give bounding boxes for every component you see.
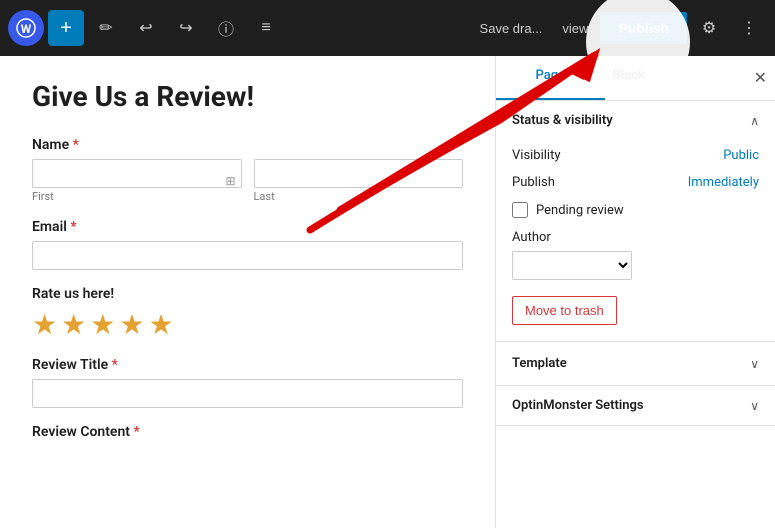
last-name-sublabel: Last	[254, 190, 464, 203]
tab-block[interactable]: Block	[605, 56, 653, 100]
pending-review-checkbox[interactable]	[512, 202, 528, 218]
publish-label: Publish	[512, 175, 555, 190]
review-title-required-indicator: *	[108, 357, 118, 373]
list-icon: ≡	[261, 19, 270, 37]
review-title-input[interactable]	[32, 379, 463, 408]
main-area: Give Us a Review! Name * ⊞ First Last	[0, 56, 775, 528]
tools-button[interactable]: ✏	[88, 10, 124, 46]
undo-button[interactable]: ↩	[128, 10, 164, 46]
undo-icon: ↩	[139, 18, 152, 38]
star-5[interactable]: ★	[148, 308, 173, 341]
status-visibility-body: Visibility Public Publish Immediately Pe…	[496, 140, 775, 341]
wp-logo-icon: W	[8, 10, 44, 46]
info-button[interactable]: ⓘ	[208, 10, 244, 46]
name-field-icon: ⊞	[225, 174, 235, 188]
template-title: Template	[512, 356, 567, 371]
review-content-field: Review Content *	[32, 424, 463, 440]
star-1[interactable]: ★	[32, 308, 57, 341]
author-select[interactable]	[512, 251, 632, 280]
settings-button[interactable]: ⚙	[691, 10, 727, 46]
rate-label: Rate us here!	[32, 286, 463, 302]
add-block-button[interactable]: +	[48, 10, 84, 46]
name-field: Name * ⊞ First Last	[32, 137, 463, 203]
review-content-required-indicator: *	[130, 424, 140, 440]
last-name-input[interactable]	[254, 159, 464, 188]
star-3[interactable]: ★	[90, 308, 115, 341]
publish-value[interactable]: Immediately	[688, 175, 759, 190]
redo-button[interactable]: ↪	[168, 10, 204, 46]
sidebar: Page Block ✕ Status & visibility ∧ Visib…	[495, 56, 775, 528]
visibility-row: Visibility Public	[512, 148, 759, 163]
visibility-value[interactable]: Public	[723, 148, 759, 163]
optinmonster-panel: OptinMonster Settings ∨	[496, 386, 775, 426]
gear-icon: ⚙	[702, 18, 716, 38]
move-to-trash-button[interactable]: Move to trash	[512, 296, 617, 325]
name-inputs-row: ⊞ First Last	[32, 159, 463, 203]
preview-button[interactable]: view	[554, 21, 596, 36]
name-required-indicator: *	[69, 137, 79, 153]
star-rating[interactable]: ★ ★ ★ ★ ★	[32, 308, 463, 341]
publish-row: Publish Immediately	[512, 175, 759, 190]
status-visibility-title: Status & visibility	[512, 113, 613, 128]
email-label: Email *	[32, 219, 463, 235]
sidebar-tabs: Page Block ✕	[496, 56, 775, 101]
rating-field: Rate us here! ★ ★ ★ ★ ★	[32, 286, 463, 341]
toolbar: W + ✏ ↩ ↪ ⓘ ≡ Save dra... view Publish ⚙…	[0, 0, 775, 56]
vertical-dots-icon: ⋮	[741, 18, 757, 38]
page-title: Give Us a Review!	[32, 80, 463, 113]
name-label: Name *	[32, 137, 463, 153]
first-name-wrap: ⊞ First	[32, 159, 242, 203]
first-name-input[interactable]	[32, 159, 242, 188]
tab-page[interactable]: Page	[496, 56, 605, 100]
template-chevron: ∨	[750, 357, 759, 371]
star-2[interactable]: ★	[61, 308, 86, 341]
list-view-button[interactable]: ≡	[248, 10, 284, 46]
review-content-label: Review Content *	[32, 424, 463, 440]
status-visibility-chevron: ∧	[750, 114, 759, 128]
pending-review-row: Pending review	[512, 202, 759, 218]
email-field: Email *	[32, 219, 463, 270]
redo-icon: ↪	[179, 18, 192, 38]
more-options-button[interactable]: ⋮	[731, 10, 767, 46]
author-label: Author	[512, 230, 759, 245]
optinmonster-header[interactable]: OptinMonster Settings ∨	[496, 386, 775, 425]
pencil-icon: ✏	[99, 18, 112, 38]
plus-icon: +	[60, 18, 72, 38]
first-name-sublabel: First	[32, 190, 242, 203]
review-title-field: Review Title *	[32, 357, 463, 408]
pending-review-label: Pending review	[536, 203, 624, 218]
status-visibility-header[interactable]: Status & visibility ∧	[496, 101, 775, 140]
visibility-label: Visibility	[512, 148, 561, 163]
editor-canvas: Give Us a Review! Name * ⊞ First Last	[0, 56, 495, 528]
template-panel: Template ∨	[496, 342, 775, 386]
status-visibility-panel: Status & visibility ∧ Visibility Public …	[496, 101, 775, 342]
optinmonster-title: OptinMonster Settings	[512, 398, 644, 413]
sidebar-close-button[interactable]: ✕	[746, 56, 775, 100]
email-required-indicator: *	[67, 219, 77, 235]
info-icon: ⓘ	[218, 16, 234, 40]
optinmonster-chevron: ∨	[750, 399, 759, 413]
last-name-wrap: Last	[254, 159, 464, 203]
svg-text:W: W	[21, 22, 32, 36]
email-input[interactable]	[32, 241, 463, 270]
publish-button[interactable]: Publish	[600, 12, 687, 44]
star-4[interactable]: ★	[119, 308, 144, 341]
save-draft-button[interactable]: Save dra...	[472, 21, 551, 36]
review-title-label: Review Title *	[32, 357, 463, 373]
template-header[interactable]: Template ∨	[496, 342, 775, 385]
